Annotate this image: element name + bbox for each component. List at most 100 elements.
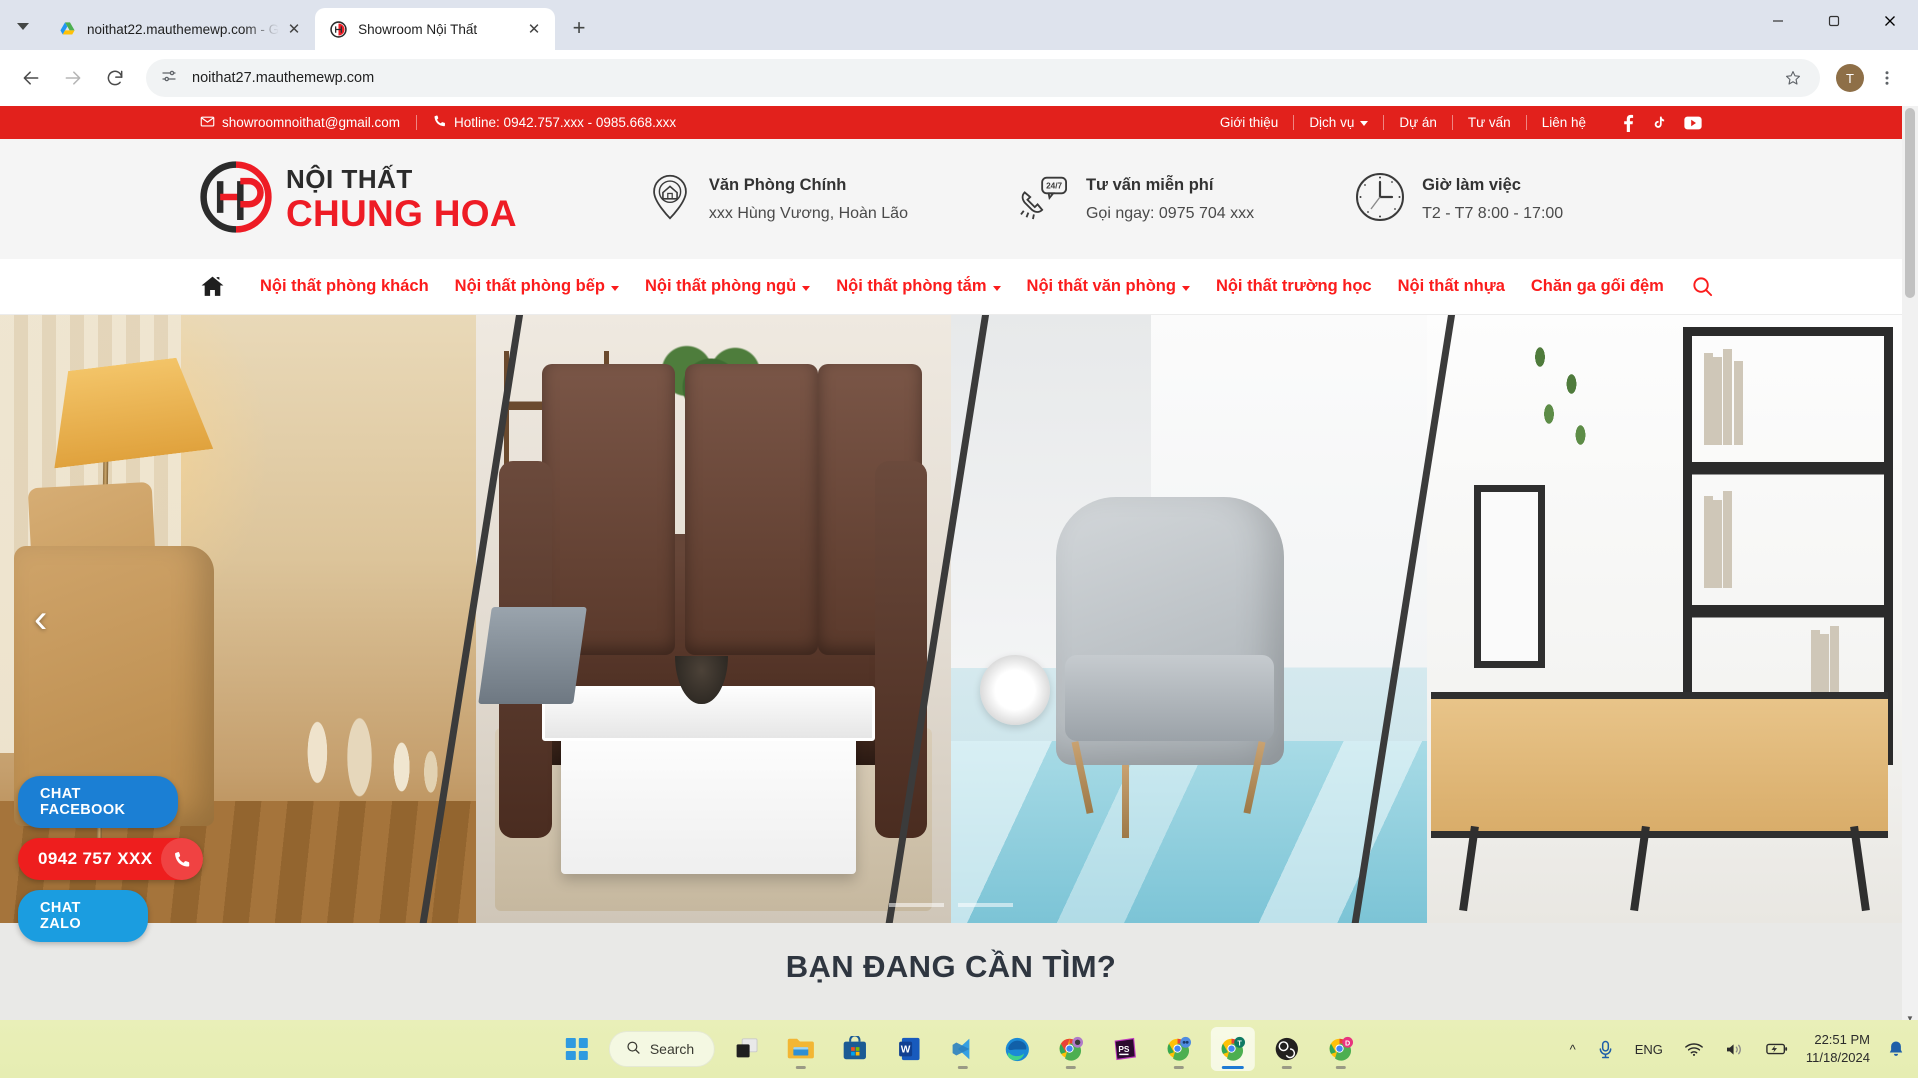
chevron-down-icon <box>610 285 619 291</box>
show-hidden-icons-chevron-icon[interactable]: ^ <box>1566 1038 1580 1061</box>
hotline-contact[interactable]: Hotline: 0942.757.xxx - 0985.668.xxx <box>417 114 692 131</box>
photoshop-icon[interactable]: PS <box>1103 1027 1147 1071</box>
section-title: BẠN ĐANG CẦN TÌM? <box>785 949 1117 984</box>
info-title: Giờ làm việc <box>1422 175 1521 194</box>
hero-dot-1[interactable] <box>889 903 944 907</box>
url-text: noithat27.mauthemewp.com <box>192 70 375 86</box>
start-windows-icon[interactable] <box>555 1027 599 1071</box>
site-header: NỘI THẤT CHUNG HOA Văn Phòng Chính xxx H… <box>0 139 1902 259</box>
home-icon[interactable] <box>200 274 225 299</box>
floating-contact-widgets: CHAT FACEBOOK 0942 757 XXX CHAT ZALO <box>18 776 203 942</box>
tiktok-icon[interactable] <box>1652 114 1666 131</box>
battery-charging-icon[interactable] <box>1762 1038 1792 1060</box>
facebook-icon[interactable] <box>1623 114 1634 132</box>
tune-icon[interactable] <box>160 67 178 90</box>
chrome-profile-1-icon[interactable] <box>1049 1027 1093 1071</box>
hero-pagination[interactable] <box>889 903 1013 907</box>
word-icon[interactable]: W <box>887 1027 931 1071</box>
topbar-link-lien-he[interactable]: Liên hệ <box>1527 115 1601 130</box>
bookmark-star-icon[interactable] <box>1774 59 1812 97</box>
address-bar[interactable]: noithat27.mauthemewp.com <box>146 59 1820 97</box>
chrome-profile-t-icon[interactable]: T <box>1211 1027 1256 1071</box>
mic-icon[interactable] <box>1594 1036 1617 1063</box>
email-contact[interactable]: showroomnoithat@gmail.com <box>200 114 416 132</box>
phone-icon <box>433 114 447 131</box>
nav-item-truong-hoc[interactable]: Nội thất trường học <box>1203 277 1385 296</box>
edge-icon[interactable] <box>995 1027 1039 1071</box>
browser-tab-1[interactable]: noithat22.mauthemewp.com - G ✕ <box>44 8 315 50</box>
browser-tab-2[interactable]: Showroom Nội Thất ✕ <box>315 8 556 50</box>
clock[interactable]: 22:51 PM 11/18/2024 <box>1806 1031 1870 1066</box>
scrollbar-thumb[interactable] <box>1905 108 1915 298</box>
logo-line-1: NỘI THẤT <box>286 164 413 194</box>
hero-slider[interactable]: ‹ <box>0 315 1902 923</box>
topbar-link-du-an[interactable]: Dự án <box>1384 115 1452 130</box>
chrome-menu-icon[interactable] <box>1868 59 1906 97</box>
back-icon[interactable] <box>12 59 50 97</box>
chat-zalo-label: CHAT ZALO <box>40 900 82 932</box>
taskbar-search[interactable]: Search <box>608 1031 716 1067</box>
chrome-profile-d-icon[interactable]: D <box>1319 1027 1363 1071</box>
taskbar-search-label: Search <box>649 1041 695 1057</box>
topbar-link-dich-vu[interactable]: Dịch vụ <box>1294 115 1383 130</box>
nav-item-phong-bep[interactable]: Nội thất phòng bếp <box>442 277 632 296</box>
site-logo[interactable]: NỘI THẤT CHUNG HOA <box>200 160 517 238</box>
close-icon[interactable]: ✕ <box>523 18 545 40</box>
close-window-button[interactable] <box>1862 0 1918 42</box>
language-indicator[interactable]: ENG <box>1631 1038 1667 1061</box>
tab-search-button[interactable] <box>6 9 40 43</box>
nav-item-phong-ngu[interactable]: Nội thất phòng ngủ <box>632 277 823 296</box>
nav-item-nhua[interactable]: Nội thất nhựa <box>1385 277 1518 296</box>
minimize-button[interactable] <box>1750 0 1806 42</box>
obs-icon[interactable] <box>1265 1027 1309 1071</box>
volume-icon[interactable] <box>1721 1038 1748 1061</box>
reload-icon[interactable] <box>96 59 134 97</box>
location-pin-home-icon <box>647 174 693 225</box>
new-tab-button[interactable]: + <box>563 12 595 44</box>
hotline-text: Hotline: 0942.757.xxx - 0985.668.xxx <box>454 115 677 130</box>
topbar-link-gioi-thieu[interactable]: Giới thiệu <box>1205 115 1293 130</box>
nav-label: Nội thất nhựa <box>1397 277 1505 295</box>
main-navigation: Nội thất phòng khách Nội thất phòng bếp … <box>0 259 1902 315</box>
svg-text:24/7: 24/7 <box>1046 181 1062 190</box>
clock-time: 22:51 PM <box>1814 1032 1870 1048</box>
avatar[interactable]: T <box>1836 64 1864 92</box>
hero-dot-2[interactable] <box>958 903 1013 907</box>
search-icon <box>626 1040 641 1058</box>
header-info-hours: Giờ làm việc T2 - T7 8:00 - 17:00 <box>1354 171 1563 228</box>
info-text: Tư vấn miễn phí Gọi ngay: 0975 704 xxx <box>1086 176 1254 223</box>
wifi-icon[interactable] <box>1681 1038 1707 1061</box>
chat-zalo-button[interactable]: CHAT ZALO <box>18 890 148 942</box>
info-title: Văn Phòng Chính <box>708 175 847 194</box>
window-controls <box>1750 0 1918 42</box>
topbar-link-tu-van[interactable]: Tư vấn <box>1453 115 1526 130</box>
nav-item-chan-ga-goi-dem[interactable]: Chăn ga gối đệm <box>1518 277 1677 296</box>
microsoft-store-icon[interactable] <box>833 1027 877 1071</box>
chrome-profile-2-icon[interactable] <box>1157 1027 1201 1071</box>
taskbar-apps: Search W PS T D <box>555 1020 1363 1078</box>
bell-icon[interactable] <box>1884 1036 1908 1062</box>
running-indicator <box>1282 1066 1293 1069</box>
clock-date: 11/18/2024 <box>1805 1050 1870 1065</box>
hotline-button[interactable]: 0942 757 XXX <box>18 838 203 880</box>
info-subtitle: xxx Hùng Vương, Hoàn Lão <box>708 204 908 222</box>
browser-window: noithat22.mauthemewp.com - G ✕ Showroom … <box>0 0 1918 1078</box>
info-subtitle: T2 - T7 8:00 - 17:00 <box>1422 204 1564 222</box>
forward-icon[interactable] <box>54 59 92 97</box>
header-info-office: Văn Phòng Chính xxx Hùng Vương, Hoàn Lão <box>647 174 908 225</box>
vscode-icon[interactable] <box>941 1027 985 1071</box>
task-view-icon[interactable] <box>725 1027 769 1071</box>
page-scrollbar[interactable]: ▲ ▼ <box>1902 106 1918 1026</box>
chat-facebook-button[interactable]: CHAT FACEBOOK <box>18 776 178 828</box>
hero-prev-arrow-icon[interactable]: ‹ <box>34 599 47 639</box>
close-icon[interactable]: ✕ <box>283 18 305 40</box>
file-explorer-icon[interactable] <box>779 1027 823 1071</box>
nav-item-van-phong[interactable]: Nội thất văn phòng <box>1014 277 1203 296</box>
hero-panel-leather-sofa <box>475 315 951 923</box>
maximize-button[interactable] <box>1806 0 1862 42</box>
youtube-icon[interactable] <box>1684 116 1702 130</box>
hotline-label: 0942 757 XXX <box>38 849 153 868</box>
nav-item-phong-khach[interactable]: Nội thất phòng khách <box>247 277 442 296</box>
nav-item-phong-tam[interactable]: Nội thất phòng tắm <box>823 277 1013 296</box>
search-icon[interactable] <box>1691 275 1714 298</box>
